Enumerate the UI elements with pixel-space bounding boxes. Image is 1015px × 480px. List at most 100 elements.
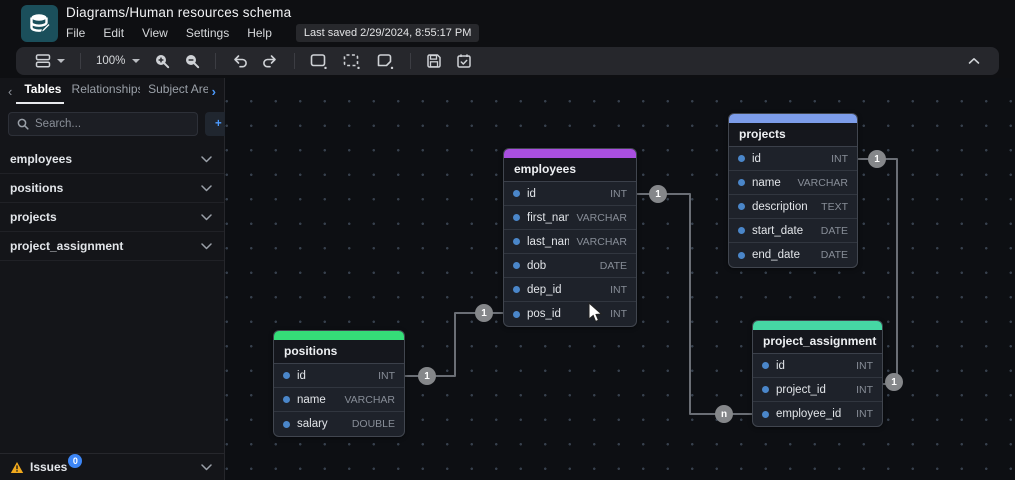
field-row-pos_id[interactable]: pos_id INT — [504, 302, 636, 326]
field-type: DOUBLE — [351, 418, 395, 430]
field-row-employee_id[interactable]: employee_id INT — [753, 402, 882, 426]
field-name: project_id — [776, 383, 826, 396]
field-row-last_name[interactable]: last_name VARCHAR — [504, 230, 636, 254]
field-row-id[interactable]: id INT — [729, 147, 857, 171]
field-type: INT — [831, 152, 848, 165]
expand-chevron[interactable] — [201, 150, 212, 168]
field-row-dep_id[interactable]: dep_id INT — [504, 278, 636, 302]
issues-row[interactable]: Issues 0 — [0, 453, 224, 480]
menu-item-edit[interactable]: Edit — [103, 24, 133, 42]
field-row-id[interactable]: id INT — [504, 182, 636, 206]
menu-item-help[interactable]: Help — [247, 24, 281, 42]
database-pencil-icon — [29, 13, 51, 33]
search-icon — [17, 118, 29, 130]
field-row-description[interactable]: description TEXT — [729, 195, 857, 219]
table-node-project_assignment[interactable]: project_assignment id INT project_id INT empl… — [752, 320, 883, 427]
cardinality-label: n — [721, 409, 727, 420]
field-row-id[interactable]: id INT — [274, 364, 404, 388]
field-name: first_name — [527, 211, 569, 224]
table-node-title: employees — [504, 158, 636, 182]
field-row-start_date[interactable]: start_date DATE — [729, 219, 857, 243]
issues-chevron-icon[interactable] — [201, 458, 212, 476]
field-name: name — [297, 393, 326, 406]
diagram-canvas[interactable]: 111n11 employeesidINTfirst_nameVARCHARla… — [225, 78, 1015, 480]
view-mode-button[interactable] — [28, 50, 72, 72]
relationship-positions_id_to_employees_pos_id[interactable] — [405, 312, 503, 377]
field-type: INT — [856, 383, 873, 396]
expand-chevron[interactable] — [201, 237, 212, 255]
add-area-button[interactable] — [336, 50, 369, 72]
app-header: Diagrams/Human resources schema File Edit… — [0, 0, 1015, 46]
sidebar-tabs: ‹ Tables Relationships Subject Are › — [0, 78, 224, 104]
sidebar-table-item-positions[interactable]: positions — [0, 174, 224, 203]
field-dot-icon — [283, 420, 290, 428]
field-dot-icon — [513, 238, 520, 245]
search-input[interactable] — [35, 118, 189, 130]
cardinality-circle — [868, 150, 886, 168]
sidebar-table-item-project_assignment[interactable]: project_assignment — [0, 232, 224, 261]
zoom-in-button[interactable] — [147, 50, 177, 72]
table-node-positions[interactable]: positions id INT name VARCHAR salary DOUBLE — [273, 330, 405, 437]
toolbar-divider — [410, 53, 412, 69]
menu-item-file[interactable]: File — [66, 24, 94, 42]
todo-icon — [457, 54, 472, 68]
field-row-first_name[interactable]: first_name VARCHAR — [504, 206, 636, 230]
field-name: end_date — [752, 249, 800, 261]
add-table-button[interactable] — [303, 50, 336, 72]
field-dot-icon — [283, 372, 290, 379]
save-button[interactable] — [419, 50, 449, 72]
field-type: INT — [378, 369, 395, 382]
field-row-end_date[interactable]: end_date DATE — [729, 243, 857, 267]
tab-relationships[interactable]: Relationships — [64, 78, 141, 104]
redo-button[interactable] — [255, 50, 286, 72]
search-row: + Add table — [0, 104, 287, 145]
document-title: Diagrams/Human resources schema — [66, 5, 292, 20]
table-node-projects[interactable]: projects id INT name VARCHAR description TEXT s… — [728, 113, 858, 268]
expand-chevron[interactable] — [201, 208, 212, 226]
field-row-name[interactable]: name VARCHAR — [729, 171, 857, 195]
zoom-level-dropdown[interactable]: 100% — [89, 50, 147, 72]
sidebar-table-item-projects[interactable]: projects — [0, 203, 224, 232]
field-type: VARCHAR — [576, 211, 627, 224]
field-row-name[interactable]: name VARCHAR — [274, 388, 404, 412]
app-logo[interactable] — [21, 5, 58, 42]
expand-chevron[interactable] — [201, 179, 212, 197]
cardinality-circle — [418, 367, 436, 385]
zoom-level-value: 100% — [96, 55, 126, 67]
field-dot-icon — [513, 286, 520, 293]
cardinality-circle — [715, 405, 733, 423]
menu-item-view[interactable]: View — [142, 24, 177, 42]
table-accent-strip — [753, 321, 882, 330]
tabs-prev-chevron-icon[interactable]: ‹ — [4, 84, 16, 99]
field-type: DATE — [599, 259, 627, 272]
field-row-id[interactable]: id INT — [753, 354, 882, 378]
add-note-icon — [378, 53, 394, 69]
field-name: pos_id — [527, 308, 561, 320]
app-root: Diagrams/Human resources schema File Edit… — [0, 0, 1015, 480]
table-node-employees[interactable]: employeesidINT first_name VARCHAR last_name… — [503, 148, 637, 327]
add-note-button[interactable] — [369, 50, 402, 72]
field-row-project_id[interactable]: project_id INT — [753, 378, 882, 402]
field-dot-icon — [738, 227, 745, 234]
field-dot-icon — [738, 251, 745, 259]
field-row-dob[interactable]: dob DATE — [504, 254, 636, 278]
zoom-out-button[interactable] — [177, 50, 207, 72]
field-dot-icon — [513, 214, 520, 221]
sidebar-table-item-employees[interactable]: employees — [0, 145, 224, 174]
chevron-down-icon — [201, 156, 212, 163]
search-box[interactable] — [8, 112, 198, 136]
cardinality-label: 1 — [655, 189, 661, 200]
tab-subject-are[interactable]: Subject Are — [140, 78, 208, 104]
field-dot-icon — [762, 386, 769, 393]
field-type: INT — [610, 308, 627, 320]
issues-label: Issues — [30, 460, 68, 474]
zoom-in-icon — [156, 55, 170, 69]
field-type: VARCHAR — [797, 176, 848, 189]
collapse-toolbar-button[interactable] — [961, 50, 987, 72]
tabs-next-chevron-icon[interactable]: › — [208, 84, 220, 99]
menu-item-settings[interactable]: Settings — [186, 24, 238, 42]
todo-button[interactable] — [449, 50, 479, 72]
tab-tables[interactable]: Tables — [16, 78, 64, 104]
undo-button[interactable] — [224, 50, 255, 72]
field-row-salary[interactable]: salary DOUBLE — [274, 412, 404, 436]
